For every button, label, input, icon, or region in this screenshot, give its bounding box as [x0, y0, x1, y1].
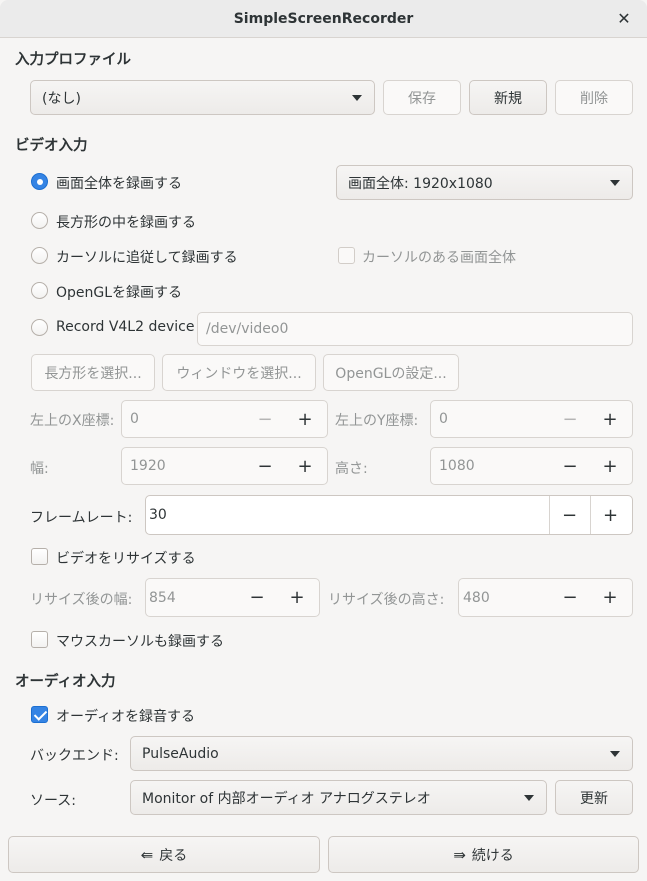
- source-select-value: Monitor of 内部オーディオ アナログステレオ: [142, 790, 431, 807]
- backend-select[interactable]: PulseAudio: [130, 736, 633, 771]
- resize-height-decrement-button[interactable]: −: [550, 579, 590, 616]
- continue-button-label: 続ける: [471, 847, 514, 864]
- width-increment-button[interactable]: +: [285, 448, 325, 484]
- x-increment-button[interactable]: +: [285, 401, 325, 437]
- radio-rectangle-label: 長方形の中を録画する: [56, 215, 196, 231]
- resize-width-value: 854: [149, 589, 176, 606]
- backend-select-value: PulseAudio: [142, 745, 219, 762]
- chevron-down-icon: [352, 94, 362, 101]
- profile-select-value: (なし): [42, 90, 81, 107]
- resize-width-label: リサイズ後の幅:: [30, 592, 133, 608]
- resize-height-spinner[interactable]: 480 − +: [458, 578, 633, 617]
- width-spinner[interactable]: 1920 − +: [121, 447, 328, 485]
- x-coordinate-value: 0: [130, 411, 139, 427]
- framerate-decrement-button[interactable]: −: [549, 496, 589, 534]
- new-profile-button[interactable]: 新規: [469, 80, 547, 115]
- y-coordinate-label: 左上のY座標:: [335, 413, 419, 429]
- radio-v4l2-label: Record V4L2 device: [56, 319, 195, 335]
- profile-select[interactable]: (なし): [30, 80, 375, 115]
- framerate-increment-button[interactable]: +: [590, 496, 630, 534]
- chevron-down-icon: [524, 794, 534, 801]
- delete-profile-button[interactable]: 削除: [555, 80, 633, 115]
- record-cursor-label: マウスカーソルも録画する: [56, 634, 224, 650]
- radio-opengl[interactable]: [31, 282, 48, 299]
- backend-label: バックエンド:: [30, 748, 119, 764]
- x-coordinate-label: 左上のX座標:: [30, 413, 115, 429]
- y-increment-button[interactable]: +: [590, 401, 630, 437]
- resize-height-label: リサイズ後の高さ:: [328, 592, 445, 608]
- resize-video-checkbox[interactable]: [31, 548, 48, 565]
- radio-follow-cursor-label: カーソルに追従して録画する: [56, 250, 238, 266]
- v4l2-device-input[interactable]: /dev/video0: [197, 312, 633, 346]
- width-label: 幅:: [30, 461, 49, 477]
- back-button[interactable]: ⇚ 戻る: [8, 836, 320, 873]
- height-label: 高さ:: [335, 461, 368, 477]
- refresh-button[interactable]: 更新: [555, 780, 633, 815]
- screen-select[interactable]: 画面全体: 1920x1080: [336, 165, 633, 200]
- screen-select-value: 画面全体: 1920x1080: [348, 175, 493, 192]
- resize-width-spinner[interactable]: 854 − +: [145, 578, 320, 617]
- source-label: ソース:: [30, 793, 77, 809]
- input-profile-heading: 入力プロファイル: [15, 52, 131, 68]
- y-coordinate-spinner[interactable]: 0 − +: [430, 400, 633, 438]
- resize-height-value: 480: [463, 589, 490, 606]
- y-decrement-button[interactable]: −: [550, 401, 590, 437]
- select-rectangle-button[interactable]: 長方形を選択...: [31, 354, 155, 391]
- width-value: 1920: [130, 458, 166, 474]
- record-audio-label: オーディオを録音する: [56, 709, 196, 725]
- x-decrement-button[interactable]: −: [245, 401, 285, 437]
- radio-follow-cursor[interactable]: [31, 247, 48, 264]
- v4l2-device-value: /dev/video0: [206, 321, 289, 337]
- height-increment-button[interactable]: +: [590, 448, 630, 484]
- select-window-button[interactable]: ウィンドウを選択...: [162, 354, 316, 391]
- video-input-heading: ビデオ入力: [15, 138, 88, 154]
- width-decrement-button[interactable]: −: [245, 448, 285, 484]
- y-coordinate-value: 0: [439, 411, 448, 427]
- chevron-down-icon: [610, 750, 620, 757]
- chevron-down-icon: [610, 179, 620, 186]
- record-audio-checkbox[interactable]: [31, 706, 48, 723]
- height-spinner[interactable]: 1080 − +: [430, 447, 633, 485]
- source-select[interactable]: Monitor of 内部オーディオ アナログステレオ: [130, 780, 547, 815]
- follow-fullscreen-label: カーソルのある画面全体: [362, 250, 516, 266]
- radio-fullscreen-label: 画面全体を録画する: [56, 176, 182, 192]
- resize-video-label: ビデオをリサイズする: [56, 551, 196, 567]
- continue-button[interactable]: ⇛ 続ける: [328, 836, 639, 873]
- resize-height-increment-button[interactable]: +: [590, 579, 630, 616]
- framerate-spinner[interactable]: 30 − +: [145, 495, 633, 535]
- back-button-label: 戻る: [159, 847, 188, 864]
- radio-opengl-label: OpenGLを録画する: [56, 285, 183, 301]
- follow-fullscreen-checkbox[interactable]: [338, 247, 355, 264]
- resize-width-increment-button[interactable]: +: [277, 579, 317, 616]
- radio-fullscreen[interactable]: [31, 173, 48, 190]
- radio-v4l2[interactable]: [31, 319, 48, 336]
- resize-width-decrement-button[interactable]: −: [237, 579, 277, 616]
- forward-arrow-icon: ⇛: [453, 845, 466, 864]
- save-profile-button[interactable]: 保存: [383, 80, 461, 115]
- opengl-settings-button[interactable]: OpenGLの設定...: [323, 354, 459, 391]
- record-cursor-checkbox[interactable]: [31, 631, 48, 648]
- height-decrement-button[interactable]: −: [550, 448, 590, 484]
- back-arrow-icon: ⇚: [140, 845, 154, 864]
- window-title: SimpleScreenRecorder: [233, 11, 414, 27]
- framerate-value: 30: [149, 507, 167, 523]
- height-value: 1080: [439, 458, 475, 474]
- x-coordinate-spinner[interactable]: 0 − +: [121, 400, 328, 438]
- framerate-label: フレームレート:: [30, 510, 133, 526]
- audio-input-heading: オーディオ入力: [15, 674, 116, 690]
- close-icon[interactable]: ✕: [612, 8, 636, 30]
- radio-rectangle[interactable]: [31, 212, 48, 229]
